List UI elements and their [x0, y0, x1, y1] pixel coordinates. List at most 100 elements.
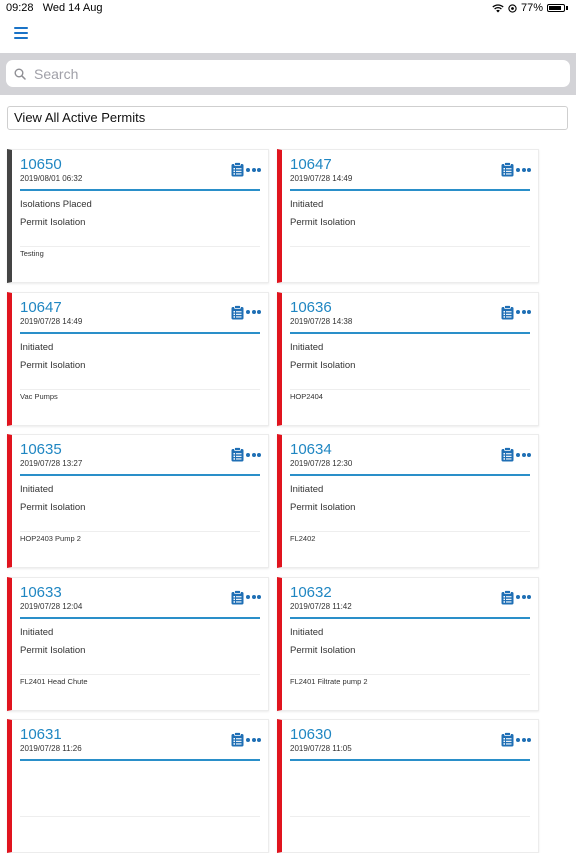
hamburger-menu-icon[interactable]	[14, 27, 28, 39]
card-separator	[290, 816, 530, 817]
permit-date: 2019/07/28 12:04	[20, 601, 83, 611]
clipboard-icon[interactable]	[501, 732, 514, 747]
card-actions	[501, 304, 532, 320]
card-separator	[20, 388, 260, 390]
nav-bar	[0, 16, 576, 53]
more-options-icon[interactable]	[246, 594, 262, 600]
card-separator	[20, 816, 260, 817]
permit-number: 10647	[20, 298, 62, 316]
permit-number: 10634	[290, 441, 332, 458]
permit-status: Initiated	[290, 341, 324, 353]
view-all-active-permits-button[interactable]: View All Active Permits	[7, 106, 568, 130]
permit-date: 2019/07/28 11:26	[20, 744, 82, 753]
permit-number: 10636	[290, 298, 332, 316]
permit-type: Permit Isolation	[20, 217, 86, 228]
clipboard-icon[interactable]	[231, 304, 244, 320]
card-actions	[231, 304, 262, 320]
card-actions	[501, 589, 532, 605]
permit-number: 10631	[20, 726, 62, 743]
permit-number: 10630	[290, 726, 332, 743]
permit-type: Permit Isolation	[290, 359, 356, 371]
card-divider	[290, 759, 530, 761]
permit-description: Vac Pumps	[20, 391, 58, 401]
clipboard-icon[interactable]	[501, 304, 514, 320]
more-options-icon[interactable]	[246, 452, 262, 458]
search-box[interactable]	[6, 60, 570, 87]
permit-card-10632[interactable]: 10632 2019/07/28 11:42 Initiated Permit …	[277, 576, 539, 711]
permit-card-10647[interactable]: 10647 2019/07/28 14:49 Initiated Permit …	[7, 291, 269, 426]
clipboard-icon[interactable]	[501, 447, 514, 462]
search-icon	[14, 68, 26, 80]
permit-status: Initiated	[290, 626, 324, 638]
clock-date: Wed 14 Aug	[42, 2, 103, 14]
more-options-icon[interactable]	[246, 737, 262, 743]
more-options-icon[interactable]	[516, 167, 532, 173]
card-actions	[231, 162, 262, 177]
permit-number: 10650	[20, 156, 62, 173]
clipboard-icon[interactable]	[231, 447, 244, 462]
permit-type: Permit Isolation	[20, 644, 86, 656]
battery-tip	[566, 6, 568, 10]
permit-status: Initiated	[290, 199, 324, 210]
permit-number: 10647	[290, 156, 332, 173]
clipboard-icon[interactable]	[501, 589, 514, 605]
permit-date: 2019/07/28 11:42	[290, 601, 352, 611]
permit-card-10631[interactable]: 10631 2019/07/28 11:26	[7, 719, 269, 853]
card-separator	[20, 673, 260, 675]
permit-date: 2019/07/28 11:05	[290, 744, 352, 753]
permit-type: Permit Isolation	[290, 502, 356, 513]
permit-description: FL2401 Filtrate pump 2	[290, 676, 368, 686]
more-options-icon[interactable]	[246, 309, 262, 315]
search-input[interactable]	[32, 64, 556, 83]
permit-date: 2019/07/28 13:27	[20, 459, 83, 468]
battery-icon	[547, 4, 565, 12]
permit-card-10633[interactable]: 10633 2019/07/28 12:04 Initiated Permit …	[7, 576, 269, 711]
location-icon	[508, 3, 517, 13]
permit-card-10647[interactable]: 10647 2019/07/28 14:49 Initiated Permit …	[277, 149, 539, 283]
status-indicators: 77%	[492, 2, 568, 14]
permit-card-10650[interactable]: 10650 2019/08/01 06:32 Isolations Placed…	[7, 149, 269, 283]
permit-status: Initiated	[20, 626, 54, 638]
more-options-icon[interactable]	[516, 737, 532, 743]
more-options-icon[interactable]	[246, 167, 262, 173]
card-divider	[20, 189, 260, 191]
search-bar-container	[0, 53, 576, 95]
permit-type: Permit Isolation	[20, 359, 86, 371]
permit-card-10634[interactable]: 10634 2019/07/28 12:30 Initiated Permit …	[277, 434, 539, 568]
permit-number: 10633	[20, 583, 62, 601]
permit-type: Permit Isolation	[290, 644, 356, 656]
card-actions	[231, 447, 262, 462]
card-divider	[20, 616, 260, 619]
clipboard-icon[interactable]	[231, 732, 244, 747]
card-divider	[20, 331, 260, 334]
permit-date: 2019/07/28 14:49	[290, 174, 353, 183]
clock-time: 09:28	[6, 2, 34, 14]
permit-card-10635[interactable]: 10635 2019/07/28 13:27 Initiated Permit …	[7, 434, 269, 568]
card-actions	[501, 162, 532, 177]
card-separator	[290, 673, 530, 675]
clipboard-icon[interactable]	[231, 589, 244, 605]
card-separator	[20, 531, 260, 532]
card-actions	[501, 447, 532, 462]
card-actions	[231, 589, 262, 605]
more-options-icon[interactable]	[516, 309, 532, 315]
clipboard-icon[interactable]	[501, 162, 514, 177]
permit-card-10636[interactable]: 10636 2019/07/28 14:38 Initiated Permit …	[277, 291, 539, 426]
wifi-icon	[492, 3, 504, 12]
card-actions	[501, 732, 532, 747]
status-bar: 09:28 Wed 14 Aug 77%	[0, 0, 576, 16]
more-options-icon[interactable]	[516, 594, 532, 600]
card-divider	[290, 616, 530, 619]
more-options-icon[interactable]	[516, 452, 532, 458]
permit-card-10630[interactable]: 10630 2019/07/28 11:05	[277, 719, 539, 853]
permit-status: Initiated	[20, 484, 54, 495]
card-divider	[290, 474, 530, 476]
clipboard-icon[interactable]	[231, 162, 244, 177]
permit-date: 2019/07/28 14:49	[20, 316, 83, 326]
permit-date: 2019/07/28 12:30	[290, 459, 353, 468]
card-divider	[290, 331, 530, 334]
card-separator	[20, 246, 260, 247]
card-divider	[290, 189, 530, 191]
permit-description: Testing	[20, 249, 44, 258]
permit-status: Initiated	[20, 341, 54, 353]
